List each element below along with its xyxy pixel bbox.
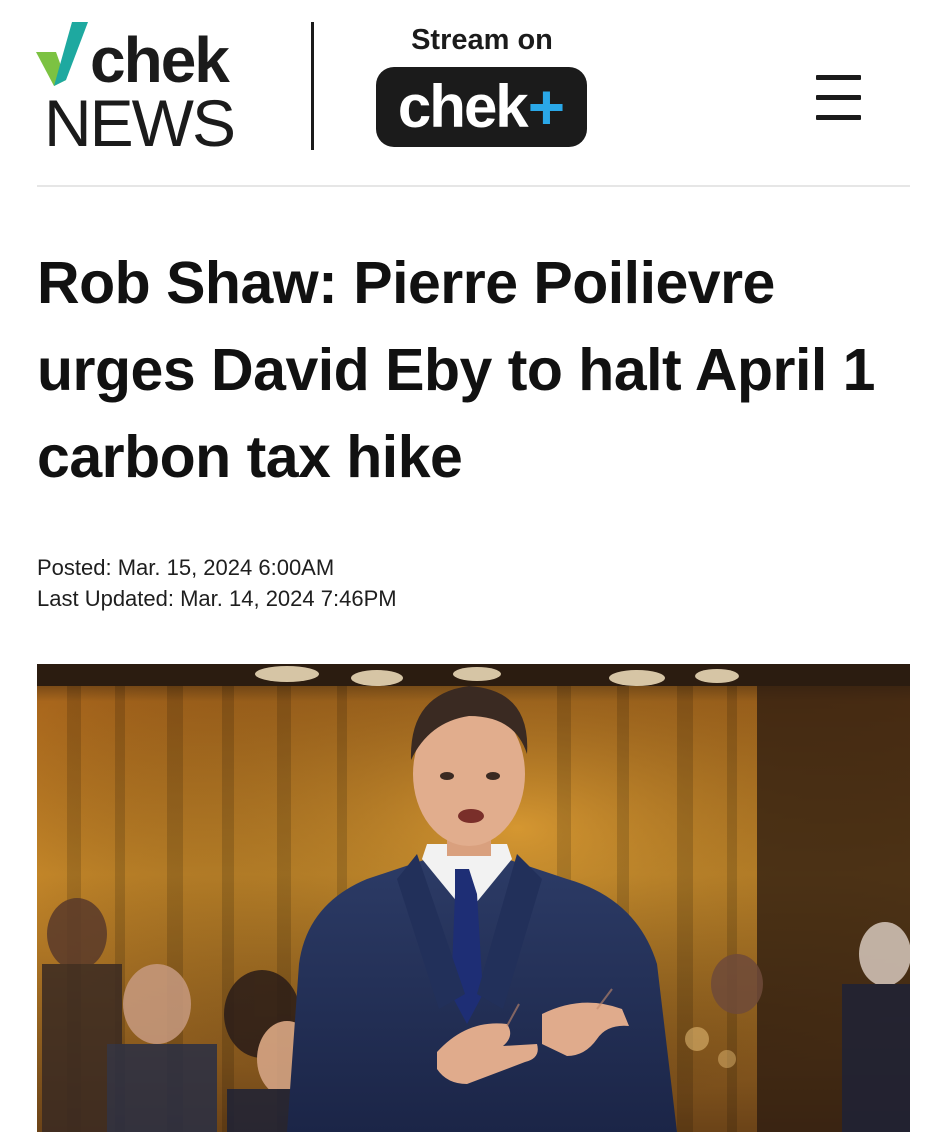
article-hero-photo[interactable]: [37, 664, 910, 1132]
stream-on-label: Stream on: [411, 24, 553, 56]
stream-on-chekplus[interactable]: Stream on chek +: [376, 22, 588, 147]
site-header: chek NEWS Stream on chek +: [0, 0, 936, 188]
logo-news-text: NEWS: [44, 86, 236, 160]
chek-news-logo[interactable]: chek NEWS: [36, 20, 256, 160]
posted-date: Posted: Mar. 15, 2024 6:00AM: [37, 555, 335, 580]
article-meta: Posted: Mar. 15, 2024 6:00AM Last Update…: [37, 552, 397, 614]
logo-chek-text: chek: [90, 24, 230, 96]
chekplus-plus-sign: +: [527, 71, 566, 143]
chekplus-word: chek: [397, 73, 529, 140]
header-separator: [37, 185, 910, 187]
chekplus-logo-button[interactable]: chek +: [376, 67, 587, 147]
menu-bar: [816, 95, 861, 100]
header-divider: [311, 22, 314, 150]
chek-check-mark-icon: [36, 22, 88, 86]
article-headline: Rob Shaw: Pierre Poilievre urges David E…: [37, 250, 875, 490]
hamburger-menu-icon[interactable]: [808, 70, 868, 130]
menu-bar: [816, 75, 861, 80]
last-updated-date: Last Updated: Mar. 14, 2024 7:46PM: [37, 586, 397, 611]
menu-bar: [816, 115, 861, 120]
politician-speaking-photo: [37, 664, 910, 1132]
